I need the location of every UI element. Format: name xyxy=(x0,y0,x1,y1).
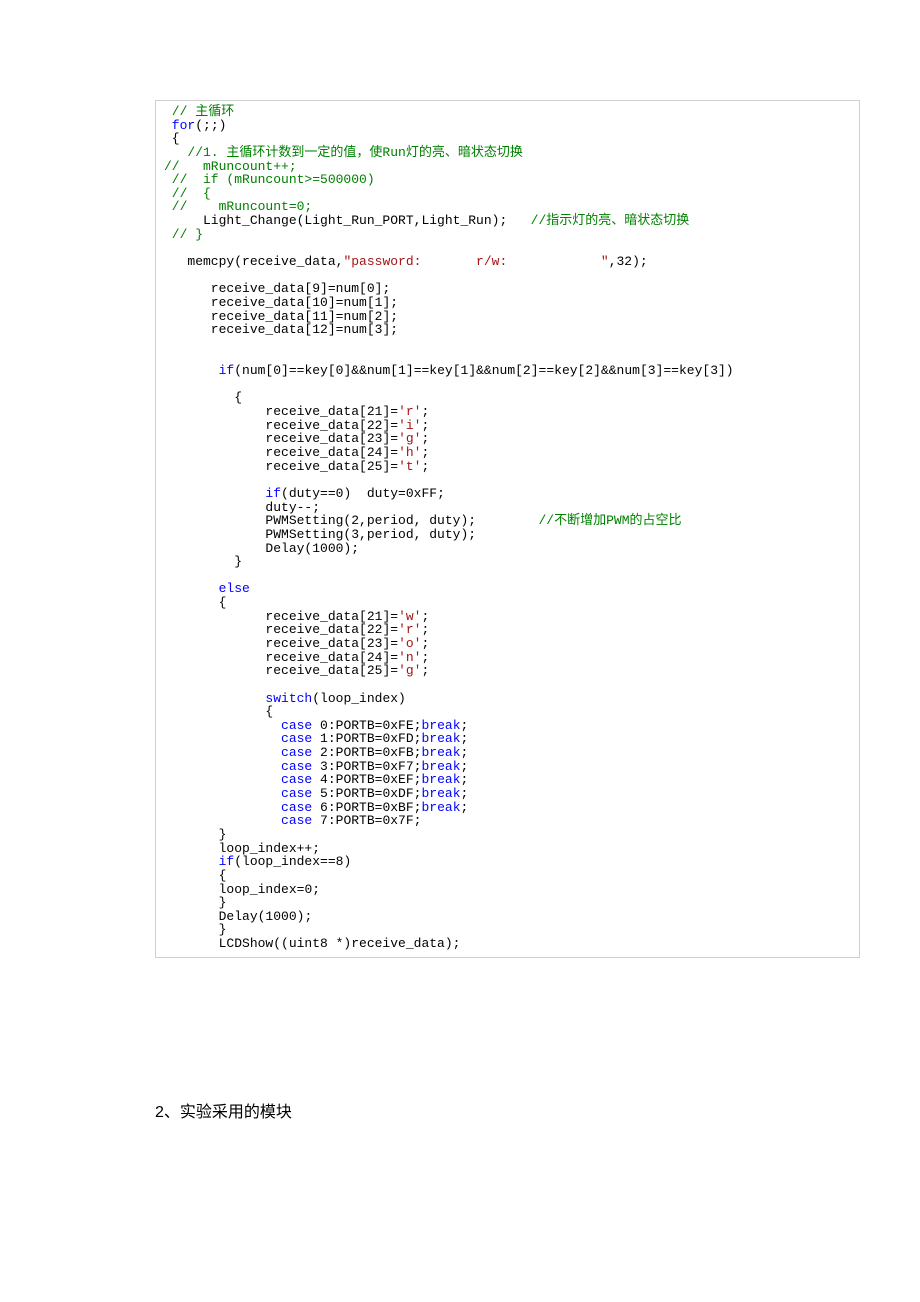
code-number: 0 xyxy=(273,363,281,378)
code-block: // 主循环 for(;;) { //1. 主循环计数到一定的值，使Run灯的亮… xyxy=(155,100,860,958)
code-text: ; xyxy=(312,882,320,897)
code-number: 2 xyxy=(523,363,531,378)
code-text: Light_Change(Light_Run_PORT,Light_Run); xyxy=(164,213,531,228)
code-text: ]&&num[ xyxy=(468,363,523,378)
section-heading: 2、实验采用的模块 xyxy=(155,1098,860,1122)
code-text: (;;) xyxy=(195,118,226,133)
code-text: memcpy(receive_data, xyxy=(164,254,343,269)
code-number: 32 xyxy=(617,254,633,269)
code-text: (loop_index) xyxy=(312,691,406,706)
code-text: , xyxy=(609,254,617,269)
code-text: ]; xyxy=(382,322,398,337)
code-number: 12 xyxy=(312,322,328,337)
code-text: ]==key[ xyxy=(281,363,336,378)
code-text: ]&&num[ xyxy=(593,363,648,378)
code-text: ; xyxy=(437,486,445,501)
code-number: 1000 xyxy=(265,909,296,924)
code-comment: //不断增加PWM的占空比 xyxy=(538,513,681,528)
code-text: ]==key[ xyxy=(531,363,586,378)
code-text: ; xyxy=(421,663,429,678)
code-text: } xyxy=(164,554,242,569)
code-number: 0xFF xyxy=(406,486,437,501)
code-text: LCDShow((uint8 *)receive_data); xyxy=(164,936,460,951)
code-text: ; xyxy=(421,459,429,474)
code-text: :PORTB= xyxy=(328,813,383,828)
code-text: (num[ xyxy=(234,363,273,378)
code-keyword: if xyxy=(164,363,234,378)
code-number: 3 xyxy=(710,363,718,378)
code-text: ) duty= xyxy=(343,486,405,501)
code-text: ]= xyxy=(382,459,398,474)
code-text: (loop_index== xyxy=(234,854,335,869)
code-text: ]=num[ xyxy=(328,322,375,337)
code-text: receive_data[ xyxy=(164,663,367,678)
code-text: ) xyxy=(343,854,351,869)
code-text: ); xyxy=(297,909,313,924)
code-number: 25 xyxy=(367,459,383,474)
code-number: 0x7F xyxy=(382,813,413,828)
code-text: ]) xyxy=(718,363,734,378)
code-comment: // } xyxy=(164,227,203,242)
code-text: ; xyxy=(414,813,422,828)
code-number: 25 xyxy=(367,663,383,678)
code-text: ]==key[ xyxy=(656,363,711,378)
code-string: "password: r/w: " xyxy=(343,254,608,269)
code-number: 7 xyxy=(320,813,328,828)
code-text: ]==key[ xyxy=(406,363,461,378)
code-number: 1 xyxy=(398,363,406,378)
code-number: 3 xyxy=(648,363,656,378)
code-char: 'g' xyxy=(398,663,421,678)
code-text: receive_data[ xyxy=(164,459,367,474)
code-text: ]= xyxy=(382,663,398,678)
code-char: 't' xyxy=(398,459,421,474)
code-number: 2 xyxy=(585,363,593,378)
code-text: ); xyxy=(343,541,359,556)
code-text: receive_data[ xyxy=(164,322,312,337)
code-text: ); xyxy=(632,254,648,269)
code-keyword: break xyxy=(421,800,460,815)
code-number: 1000 xyxy=(312,541,343,556)
code-text: ,period, duty); xyxy=(359,527,476,542)
code-text: ; xyxy=(461,800,469,815)
code-text: ]&&num[ xyxy=(343,363,398,378)
code-comment: //指示灯的亮、暗状态切换 xyxy=(531,213,690,228)
document-page: // 主循环 for(;;) { //1. 主循环计数到一定的值，使Run灯的亮… xyxy=(0,0,920,1182)
